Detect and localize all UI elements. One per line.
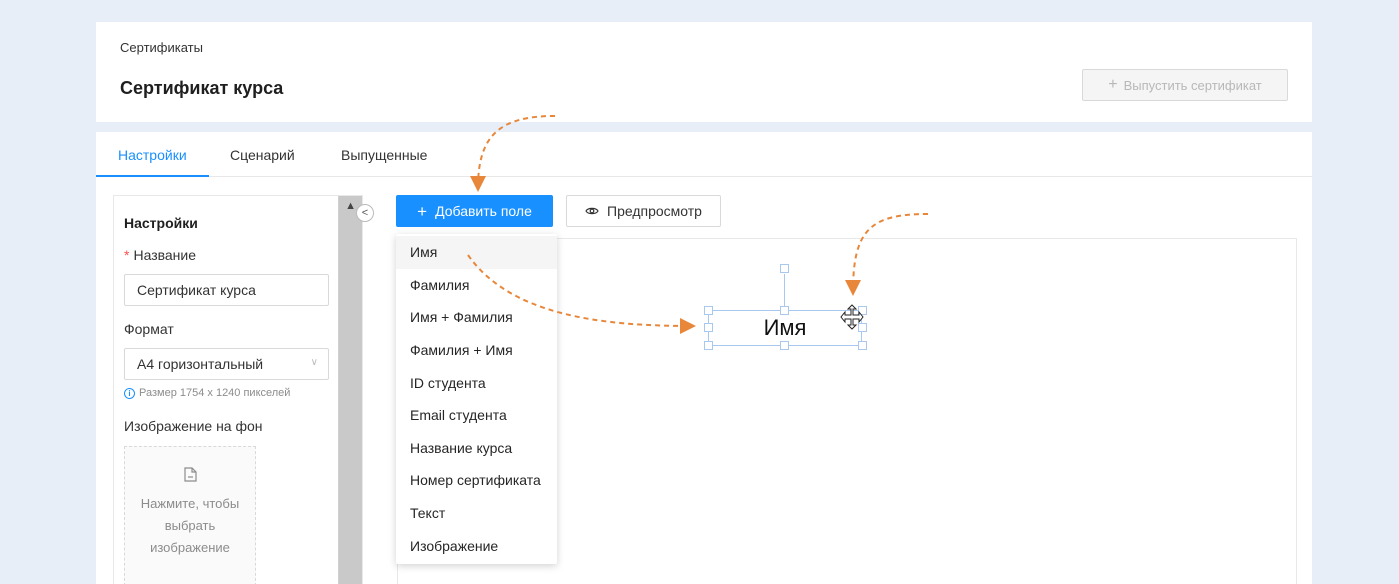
format-select[interactable]: A4 горизонтальный ∨ bbox=[124, 348, 329, 380]
issue-certificate-button[interactable]: + Выпустить сертификат bbox=[1082, 69, 1288, 101]
chevron-down-icon: ∨ bbox=[310, 357, 318, 368]
page-header: Сертификаты Сертификат курса + Выпустить… bbox=[96, 22, 1312, 122]
name-input[interactable]: Сертификат курса bbox=[124, 274, 329, 306]
preview-button[interactable]: Предпросмотр bbox=[566, 195, 721, 227]
breadcrumb[interactable]: Сертификаты bbox=[120, 40, 203, 55]
background-upload[interactable]: Нажмите, чтобы выбрать изображение bbox=[124, 446, 256, 584]
required-icon: * bbox=[124, 247, 130, 263]
file-icon bbox=[183, 467, 197, 487]
tab-bar: Настройки Сценарий Выпущенные bbox=[96, 132, 1312, 177]
page-title: Сертификат курса bbox=[120, 78, 284, 98]
size-hint: i Размер 1754 x 1240 пикселей bbox=[124, 387, 290, 399]
background-image-label: Изображение на фон bbox=[124, 418, 263, 434]
size-hint-text: Размер 1754 x 1240 пикселей bbox=[139, 387, 291, 399]
collapse-panel-button[interactable]: < bbox=[356, 204, 374, 222]
dropdown-item[interactable]: ID студента bbox=[396, 366, 557, 399]
plus-icon: + bbox=[1108, 76, 1118, 93]
settings-title: Настройки bbox=[124, 215, 198, 231]
move-cursor-icon bbox=[839, 304, 865, 335]
dropdown-item[interactable]: Изображение bbox=[396, 529, 557, 562]
issue-certificate-label: Выпустить сертификат bbox=[1123, 77, 1262, 93]
rotate-handle[interactable] bbox=[780, 264, 789, 273]
dropdown-item[interactable]: Имя + Фамилия bbox=[396, 301, 557, 334]
format-label: Формат bbox=[124, 321, 174, 337]
eye-icon bbox=[585, 203, 599, 219]
add-field-dropdown: Имя Фамилия Имя + Фамилия Фамилия + Имя … bbox=[396, 234, 557, 564]
resize-handle-t[interactable] bbox=[780, 306, 789, 315]
plus-icon: + bbox=[417, 201, 428, 221]
add-field-label: Добавить поле bbox=[435, 203, 532, 219]
dropdown-item[interactable]: Название курса bbox=[396, 432, 557, 465]
add-field-button[interactable]: + Добавить поле bbox=[396, 195, 553, 227]
dropdown-item[interactable]: Номер сертификата bbox=[396, 464, 557, 497]
preview-label: Предпросмотр bbox=[607, 203, 702, 219]
resize-handle-b[interactable] bbox=[780, 341, 789, 350]
dropdown-item[interactable]: Текст bbox=[396, 497, 557, 530]
tab-settings[interactable]: Настройки bbox=[118, 147, 187, 163]
resize-handle-tl[interactable] bbox=[704, 306, 713, 315]
resize-handle-bl[interactable] bbox=[704, 341, 713, 350]
rotation-line bbox=[784, 274, 785, 310]
resize-handle-br[interactable] bbox=[858, 341, 867, 350]
tab-scenario[interactable]: Сценарий bbox=[230, 147, 295, 163]
dropdown-item[interactable]: Имя bbox=[396, 236, 557, 269]
upload-text: Нажмите, чтобы выбрать изображение bbox=[140, 496, 240, 555]
settings-scrollbar[interactable]: ▲ bbox=[338, 196, 362, 584]
scroll-up-icon[interactable]: ▲ bbox=[345, 200, 356, 212]
dropdown-item[interactable]: Фамилия bbox=[396, 269, 557, 302]
info-icon: i bbox=[124, 387, 135, 399]
active-tab-indicator bbox=[96, 175, 209, 177]
settings-panel: Настройки * Название Сертификат курса Фор… bbox=[113, 195, 363, 584]
resize-handle-l[interactable] bbox=[704, 323, 713, 332]
format-value: A4 горизонтальный bbox=[137, 356, 264, 372]
main-card: Настройки Сценарий Выпущенные Настройки … bbox=[96, 132, 1312, 584]
name-label: * Название bbox=[124, 247, 197, 263]
dropdown-item[interactable]: Email студента bbox=[396, 399, 557, 432]
dropdown-item[interactable]: Фамилия + Имя bbox=[396, 334, 557, 367]
tab-issued[interactable]: Выпущенные bbox=[341, 147, 427, 163]
